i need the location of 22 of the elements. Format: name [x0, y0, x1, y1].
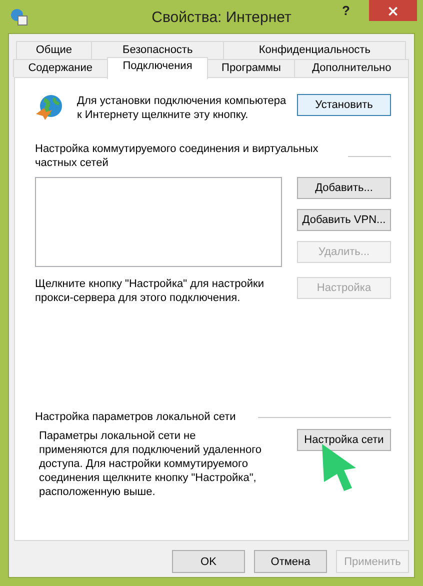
help-button[interactable]: ?: [333, 0, 359, 20]
globe-icon: [35, 94, 63, 122]
tab[interactable]: Дополнительно: [294, 59, 409, 77]
connection-button[interactable]: Добавить...: [297, 177, 391, 199]
app-icon: [10, 8, 28, 26]
lan-text: Параметры локальной сети не применяются для подключений удаленного доступа. Для настройки коммутируемого соединения щелкните кнопку "Настройка", расположенную выше.: [39, 429, 262, 499]
connection-button[interactable]: Добавить VPN...: [297, 209, 391, 231]
tab[interactable]: Подключения: [106, 57, 208, 79]
tab[interactable]: Содержание: [13, 59, 108, 77]
dialog-button[interactable]: Отмена: [254, 550, 327, 573]
tab[interactable]: Конфиденциальность: [223, 41, 406, 59]
proxy-text: Щелкните кнопку "Настройка" для настройки прокси-сервера для этого подключения.: [35, 277, 265, 305]
window-title: Свойства: Интернет: [152, 9, 292, 26]
section-heading: Настройка коммутируемого соединения и виртуальных частных сетей: [35, 142, 320, 170]
tab[interactable]: Общие: [16, 41, 92, 59]
connections-list[interactable]: [35, 177, 282, 267]
setup-button[interactable]: Установить: [297, 94, 391, 116]
section-heading: Настройка параметров локальной сети: [35, 410, 236, 424]
setup-text: Для установки подключения компьютера к Интернету щелкните эту кнопку.: [77, 94, 287, 122]
close-button[interactable]: ×: [369, 0, 417, 21]
dialog-button[interactable]: OK: [172, 550, 245, 573]
lan-settings-button[interactable]: Настройка сети: [297, 429, 391, 451]
